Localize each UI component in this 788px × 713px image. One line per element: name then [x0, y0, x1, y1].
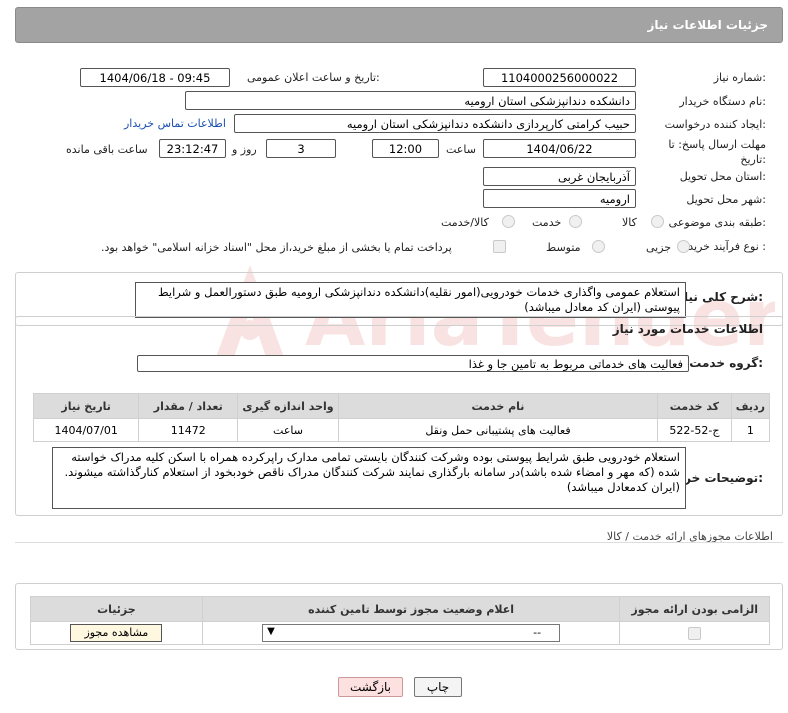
- category-option-goods-service: کالا/خدمت: [441, 216, 489, 229]
- permit-required-checkbox[interactable]: [688, 626, 702, 640]
- days-remaining-field[interactable]: 3: [266, 139, 336, 158]
- col-permit-required: الزامی بودن ارائه مجوز: [619, 596, 770, 622]
- table-row: 1 ج-52-522 فعالیت های پشتیبانی حمل ونقل …: [32, 418, 771, 442]
- need-number-label: شماره نیاز:: [713, 71, 766, 84]
- need-number-field[interactable]: 1104000256000022: [483, 68, 636, 87]
- permits-table: الزامی بودن ارائه مجوز اعلام وضعیت مجوز …: [30, 596, 770, 645]
- print-button[interactable]: چاپ: [414, 677, 462, 697]
- deadline-label: مهلت ارسال پاسخ: تا تاریخ:: [668, 138, 766, 166]
- service-group-field[interactable]: فعالیت های خدماتی مربوط به تامین جا و غذ…: [137, 355, 689, 372]
- col-permit-details: جزئیات: [30, 596, 203, 622]
- services-title: اطلاعات خدمات مورد نیاز: [612, 322, 763, 336]
- days-label: روز و: [232, 143, 257, 156]
- process-option-minor: جزیی: [646, 241, 672, 254]
- time-remaining-label: ساعت باقی مانده: [66, 143, 148, 156]
- service-group-label: گروه خدمت:: [689, 356, 763, 370]
- category-radio-goods[interactable]: [651, 215, 664, 228]
- buyer-org-field[interactable]: دانشکده دندانپزشکی استان ارومیه: [185, 91, 636, 110]
- process-label: نوع فرآیند خرید :: [688, 240, 766, 253]
- cell-row-number: 1: [730, 418, 771, 442]
- view-permit-button[interactable]: مشاهده مجوز: [70, 624, 163, 642]
- category-radio-goods-service[interactable]: [502, 215, 515, 228]
- table-row: -- ▼ مشاهده مجوز: [30, 621, 770, 645]
- page-header: جزئیات اطلاعات نیاز: [15, 7, 783, 43]
- permit-status-select[interactable]: -- ▼: [262, 624, 561, 642]
- summary-label: شرح کلی نیاز:: [677, 290, 763, 304]
- category-radio-service[interactable]: [569, 215, 582, 228]
- treasury-checkbox[interactable]: [493, 240, 506, 253]
- col-service-code: کد خدمت: [657, 393, 732, 419]
- province-field[interactable]: آذربایجان غربی: [483, 167, 636, 186]
- buyer-notes-textarea[interactable]: استعلام خودرویی طبق شرایط پیوستی بوده وش…: [52, 447, 686, 509]
- category-option-goods: کالا: [622, 216, 637, 229]
- deadline-date-field[interactable]: 1404/06/22: [483, 139, 636, 158]
- cell-permit-details: مشاهده مجوز: [30, 621, 203, 645]
- creator-field[interactable]: حبیب کرامتی کارپردازی دانشکده دندانپزشکی…: [234, 114, 636, 133]
- category-option-service: خدمت: [532, 216, 562, 229]
- cell-permit-required: [619, 621, 770, 645]
- cell-service-name: فعالیت های پشتیبانی حمل ونقل: [337, 418, 659, 442]
- time-remaining-field[interactable]: 23:12:47: [159, 139, 226, 158]
- cell-quantity: 11472: [138, 418, 239, 442]
- deadline-time-field[interactable]: 12:00: [372, 139, 439, 158]
- page-title: جزئیات اطلاعات نیاز: [647, 18, 768, 32]
- services-table: ردیف کد خدمت نام خدمت واحد اندازه گیری ت…: [32, 393, 771, 442]
- col-permit-status: اعلام وضعیت مجوز توسط تامین کننده: [201, 596, 621, 622]
- col-need-date: تاریخ نیاز: [32, 393, 140, 419]
- city-field[interactable]: ارومیه: [483, 189, 636, 208]
- payment-note: پرداخت تمام یا بخشی از مبلغ خرید،از محل …: [101, 241, 452, 254]
- chevron-down-icon: ▼: [267, 626, 275, 637]
- process-option-medium: متوسط: [546, 241, 581, 254]
- buyer-org-label: نام دستگاه خریدار:: [679, 95, 766, 108]
- process-radio-minor[interactable]: [677, 240, 690, 253]
- summary-textarea[interactable]: استعلام عمومی واگذاری خدمات خودرویی(امور…: [135, 282, 686, 318]
- permit-status-value: --: [533, 626, 542, 639]
- city-label: شهر محل تحویل:: [686, 193, 766, 206]
- cell-unit: ساعت: [237, 418, 339, 442]
- permits-divider: [15, 542, 783, 543]
- province-label: استان محل تحویل:: [679, 170, 766, 183]
- announce-label: تاریخ و ساعت اعلان عمومی:: [247, 71, 380, 84]
- cell-need-date: 1404/07/01: [32, 418, 140, 442]
- process-radio-medium[interactable]: [592, 240, 605, 253]
- col-unit: واحد اندازه گیری: [237, 393, 339, 419]
- deadline-time-label: ساعت: [446, 143, 476, 156]
- cell-permit-status: -- ▼: [201, 621, 621, 645]
- creator-label: ایجاد کننده درخواست:: [664, 118, 766, 131]
- cell-service-code: ج-52-522: [657, 418, 732, 442]
- col-quantity: تعداد / مقدار: [138, 393, 239, 419]
- category-label: طبقه بندی موضوعی:: [668, 216, 766, 229]
- buyer-contact-link[interactable]: اطلاعات تماس خریدار: [124, 117, 226, 130]
- col-service-name: نام خدمت: [337, 393, 659, 419]
- back-button[interactable]: بازگشت: [338, 677, 403, 697]
- col-row-number: ردیف: [730, 393, 771, 419]
- announce-field[interactable]: 1404/06/18 - 09:45: [80, 68, 230, 87]
